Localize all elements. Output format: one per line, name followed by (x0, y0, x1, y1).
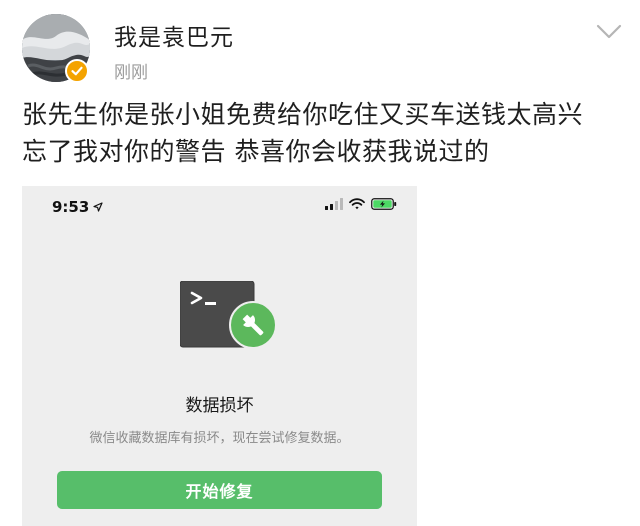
attached-screenshot[interactable]: 9:53 数据损坏 微信收藏数据库有损坏，现在尝试修复数据。 开始修复 (22, 186, 417, 526)
verified-badge-icon (65, 59, 89, 83)
terminal-wrench-icon (179, 280, 280, 353)
battery-charging-icon (371, 198, 397, 210)
dialog-title: 数据损坏 (185, 396, 254, 416)
wifi-icon (349, 198, 365, 210)
post-text-line: 张先生你是张小姐免费给你吃住又买车送钱太高兴 (22, 100, 584, 129)
status-bar-time: 9:53 (52, 198, 103, 216)
start-repair-button[interactable]: 开始修复 (57, 471, 382, 509)
status-time-text: 9:53 (52, 198, 90, 216)
post-text: 张先生你是张小姐免费给你吃住又买车送钱太高兴 忘了我对你的警告 恭喜你会收获我说… (22, 96, 622, 170)
post-text-line: 忘了我对你的警告 恭喜你会收获我说过的 (22, 137, 490, 166)
dialog-description: 微信收藏数据库有损坏，现在尝试修复数据。 (89, 431, 350, 446)
chevron-down-icon[interactable] (593, 20, 625, 44)
username[interactable]: 我是袁巴元 (114, 18, 234, 52)
status-bar-icons (325, 198, 397, 210)
signal-bars-icon (325, 198, 343, 210)
weibo-post: 我是袁巴元 刚刚 张先生你是张小姐免费给你吃住又买车送钱太高兴 忘了我对你的警告… (0, 0, 640, 526)
post-timestamp: 刚刚 (114, 63, 148, 83)
location-arrow-icon (93, 202, 103, 212)
